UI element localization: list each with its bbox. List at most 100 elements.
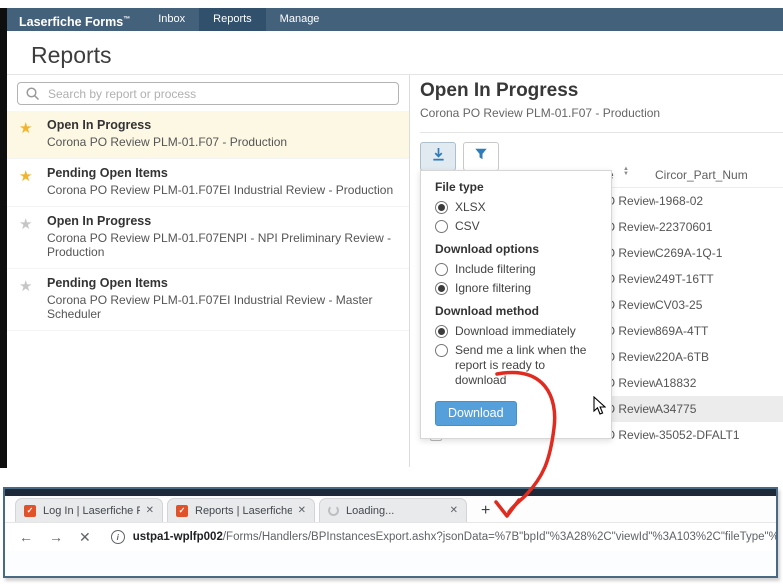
report-list-item[interactable]: ★ Open In Progress Corona PO Review PLM-… (7, 207, 409, 269)
part-number-column-header[interactable]: Circor_Part_Num (655, 168, 748, 182)
tab-close-icon[interactable]: ✕ (450, 505, 458, 516)
part-number-cell: 249T-16TT (655, 272, 714, 286)
report-item-title: Pending Open Items (47, 166, 168, 180)
report-list-item[interactable]: ★ Open In Progress Corona PO Review PLM-… (7, 111, 409, 159)
forward-icon[interactable]: → (49, 529, 63, 545)
download-method-group: Download immediately Send me a link when… (435, 324, 597, 388)
laserfiche-forms-app: Laserfiche Forms™ Inbox Reports Manage R… (7, 8, 783, 69)
report-item-subtitle: Corona PO Review PLM-01.F07EI Industrial… (47, 293, 373, 321)
download-option[interactable]: Include filtering (435, 262, 597, 277)
radio-button[interactable] (435, 263, 448, 276)
tab-close-icon[interactable]: ✕ (298, 505, 306, 516)
search-input[interactable] (17, 82, 399, 105)
report-item-title: Pending Open Items (47, 276, 168, 290)
part-number-cell: 869A-4TT (655, 324, 709, 338)
popup-download-button[interactable]: Download (435, 401, 517, 426)
browser-address-bar: ← → ✕ i ustpa1-wplfp002/Forms/Handlers/B… (5, 522, 776, 551)
radio-button[interactable] (435, 201, 448, 214)
star-icon[interactable]: ★ (19, 167, 32, 185)
report-item-subtitle: Corona PO Review PLM-01.F07 - Production (47, 135, 288, 149)
radio-button[interactable] (435, 344, 448, 357)
browser-tab[interactable]: ✓ Reports | Laserfiche Forms ✕ (167, 498, 315, 522)
download-method-option[interactable]: Download immediately (435, 324, 597, 339)
browser-tabs: ✓ Log In | Laserfiche Forms ✕ ✓ Reports … (15, 498, 471, 522)
browser-tab-bar: ✓ Log In | Laserfiche Forms ✕ ✓ Reports … (5, 496, 776, 522)
url-field[interactable]: ustpa1-wplfp002/Forms/Handlers/BPInstanc… (133, 531, 776, 543)
top-navbar: Laserfiche Forms™ Inbox Reports Manage (7, 8, 783, 31)
brand-logo[interactable]: Laserfiche Forms™ (7, 8, 140, 31)
part-number-cell: A34775 (655, 402, 697, 416)
report-list-item[interactable]: ★ Pending Open Items Corona PO Review PL… (7, 269, 409, 331)
nav-tabs: Inbox Reports Manage (144, 8, 333, 31)
part-number-cell: C269A-1Q-1 (655, 246, 723, 260)
report-list-panel: ★ Open In Progress Corona PO Review PLM-… (7, 75, 410, 467)
download-option[interactable]: Ignore filtering (435, 281, 597, 296)
radio-label: Ignore filtering (455, 281, 532, 295)
radio-label: Download immediately (455, 324, 576, 338)
star-icon[interactable]: ★ (19, 277, 32, 295)
search-icon (25, 86, 41, 107)
detail-subtitle: Corona PO Review PLM-01.F07 - Production (420, 106, 661, 120)
back-icon[interactable]: ← (19, 529, 33, 545)
report-item-title: Open In Progress (47, 214, 152, 228)
nav-tab[interactable]: Reports (199, 8, 266, 31)
browser-window: ✓ Log In | Laserfiche Forms ✕ ✓ Reports … (3, 487, 778, 578)
file-type-option[interactable]: CSV (435, 219, 597, 234)
trademark-symbol: ™ (123, 16, 131, 23)
report-item-title: Open In Progress (47, 118, 152, 132)
nav-tab[interactable]: Manage (266, 8, 334, 31)
search-container (17, 82, 399, 105)
file-type-label: File type (435, 180, 484, 194)
star-icon[interactable]: ★ (19, 215, 32, 233)
radio-button[interactable] (435, 220, 448, 233)
tab-title: Loading... (346, 504, 395, 517)
radio-label: XLSX (455, 200, 486, 214)
part-number-cell: -1968-02 (655, 194, 704, 208)
loading-spinner-icon (328, 505, 339, 516)
sort-icon[interactable]: ▲ ▼ (623, 166, 629, 177)
browser-tab[interactable]: ✓ Log In | Laserfiche Forms ✕ (15, 498, 163, 522)
radio-label: Send me a link when the report is ready … (455, 343, 587, 387)
radio-button[interactable] (435, 325, 448, 338)
screenshot-stage: Laserfiche Forms™ Inbox Reports Manage R… (0, 0, 783, 584)
detail-title: Open In Progress (420, 80, 579, 101)
download-options-group: Include filtering Ignore filtering (435, 262, 597, 296)
report-list-item[interactable]: ★ Pending Open Items Corona PO Review PL… (7, 159, 409, 207)
report-item-subtitle: Corona PO Review PLM-01.F07EI Industrial… (47, 183, 394, 197)
part-number-cell: A18832 (655, 376, 697, 390)
page-info-icon[interactable]: i (110, 530, 125, 544)
detail-divider (420, 132, 783, 133)
laserfiche-favicon: ✓ (24, 504, 36, 517)
url-path: /Forms/Handlers/BPInstancesExport.ashx?j… (222, 531, 776, 543)
page-title: Reports (31, 42, 112, 68)
file-type-option[interactable]: XLSX (435, 200, 597, 215)
download-options-label: Download options (435, 242, 539, 256)
browser-window-top-strip (5, 489, 776, 496)
report-item-subtitle: Corona PO Review PLM-01.F07ENPI - NPI Pr… (47, 231, 392, 259)
part-number-cell: -22370601 (655, 220, 713, 234)
tab-title: Log In | Laserfiche Forms (43, 504, 140, 517)
new-tab-button[interactable]: + (481, 502, 490, 520)
star-icon[interactable]: ★ (19, 119, 32, 137)
report-detail-panel: Open In Progress Corona PO Review PLM-01… (420, 75, 783, 171)
radio-label: CSV (455, 219, 480, 233)
tab-close-icon[interactable]: ✕ (146, 505, 154, 516)
browser-tab[interactable]: ✓ Loading... ✕ (319, 498, 467, 522)
screenshot-edge-bar (0, 8, 7, 468)
browser-page-content (5, 551, 776, 576)
part-number-cell: CV03-25 (655, 298, 703, 312)
radio-label: Include filtering (455, 262, 536, 276)
report-list: ★ Open In Progress Corona PO Review PLM-… (7, 111, 409, 331)
part-number-cell: -35052-DFALT1 (655, 428, 740, 442)
file-type-group: XLSX CSV (435, 200, 597, 234)
download-method-label: Download method (435, 304, 539, 318)
part-number-cell: 220A-6TB (655, 350, 710, 364)
laserfiche-favicon: ✓ (176, 504, 188, 517)
radio-button[interactable] (435, 282, 448, 295)
url-host: ustpa1-wplfp002 (132, 531, 223, 543)
download-method-option[interactable]: Send me a link when the report is ready … (435, 343, 597, 388)
brand-text: Laserfiche Forms (19, 15, 124, 30)
tab-title: Reports | Laserfiche Forms (195, 504, 292, 517)
stop-icon[interactable]: ✕ (79, 529, 91, 546)
nav-tab[interactable]: Inbox (144, 8, 199, 31)
